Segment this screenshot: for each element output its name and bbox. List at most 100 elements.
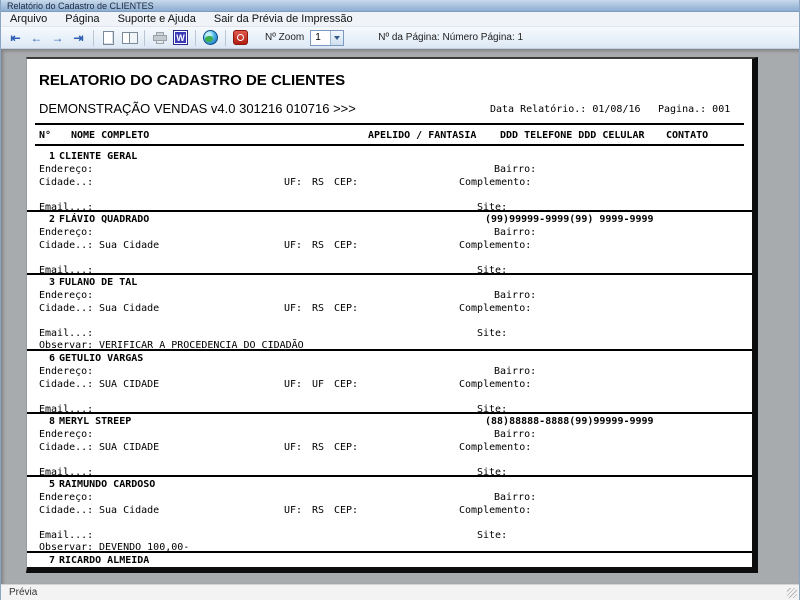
menu-arquivo[interactable]: Arquivo: [1, 12, 56, 27]
record-number: 3: [48, 277, 55, 288]
report-date: Data Relatório.: 01/08/16: [490, 104, 641, 115]
label-cidade: Cidade..:: [39, 379, 94, 390]
label-uf: UF:: [284, 442, 303, 453]
report-page-number: Pagina.: 001: [658, 104, 731, 115]
label-uf: UF:: [284, 177, 303, 188]
label-endereco: Endereço:: [39, 366, 94, 377]
last-page-button[interactable]: ⇥: [68, 29, 89, 47]
record-observar: VERIFICAR A PROCEDENCIA DO CIDADÃO: [99, 340, 304, 351]
client-record-row: 7 RICARDO ALMEIDA Endereço: Bairro: Cida…: [27, 553, 752, 567]
record-phone: (99)99999-9999(99) 9999-9999: [485, 214, 654, 225]
label-observar: Observar:: [39, 340, 94, 351]
label-bairro: Bairro:: [494, 366, 537, 377]
label-endereco: Endereço:: [39, 290, 94, 301]
record-cidade: Sua Cidade: [99, 303, 160, 314]
report-subtitle: DEMONSTRAÇÃO VENDAS v4.0 301216 010716 >…: [39, 101, 356, 116]
client-record-row: 5 RAIMUNDO CARDOSO Endereço: Bairro: Cid…: [27, 477, 752, 553]
label-uf: UF:: [284, 303, 303, 314]
toolbar-separator: [225, 29, 226, 46]
record-number: 1: [48, 151, 55, 162]
menu-suporte-e-ajuda[interactable]: Suporte e Ajuda: [109, 12, 205, 27]
two-page-view-button[interactable]: [119, 29, 140, 47]
record-uf: RS: [312, 505, 325, 516]
label-cep: CEP:: [334, 442, 359, 453]
label-complemento: Complemento:: [459, 240, 532, 251]
record-number: 5: [48, 479, 55, 490]
printer-icon: [152, 31, 167, 44]
column-apelido: APELIDO / FANTASIA: [368, 130, 477, 141]
record-uf: UF: [312, 379, 325, 390]
exit-icon: [233, 30, 248, 45]
record-name: RAIMUNDO CARDOSO: [59, 479, 156, 490]
word-icon: W: [173, 30, 188, 45]
print-preview-area[interactable]: RELATORIO DO CADASTRO DE CLIENTES DEMONS…: [1, 49, 799, 584]
prev-page-icon: ←: [30, 30, 43, 45]
report-page: RELATORIO DO CADASTRO DE CLIENTES DEMONS…: [26, 57, 758, 573]
label-endereco: Endereço:: [39, 227, 94, 238]
record-number: 2: [48, 214, 55, 225]
export-word-button[interactable]: W: [170, 29, 191, 47]
label-cidade: Cidade..:: [39, 177, 94, 188]
record-name: FULANO DE TAL: [59, 277, 138, 288]
record-name: FLÁVIO QUADRADO: [59, 214, 150, 225]
client-record-row: 2 FLÁVIO QUADRADO (99)99999-9999(99) 999…: [27, 212, 752, 276]
zoom-select[interactable]: 1: [310, 29, 345, 46]
exit-preview-button[interactable]: [230, 29, 251, 47]
column-telefone: DDD TELEFONE DDD CELULAR: [500, 130, 645, 141]
label-complemento: Complemento:: [459, 303, 532, 314]
record-number: 6: [48, 353, 55, 364]
label-endereco: Endereço:: [39, 492, 94, 503]
record-phone: (88)88888-8888(99)99999-9999: [485, 416, 654, 427]
chevron-down-icon[interactable]: [330, 30, 344, 45]
record-number: 8: [48, 416, 55, 427]
window-title: Relatório do Cadastro de CLIENTES: [7, 0, 154, 11]
resize-grip-icon[interactable]: [787, 588, 797, 598]
next-page-button[interactable]: →: [47, 29, 68, 47]
export-html-button[interactable]: [200, 29, 221, 47]
header-rule: [35, 123, 744, 125]
label-cep: CEP:: [334, 303, 359, 314]
label-bairro: Bairro:: [494, 290, 537, 301]
print-button[interactable]: [149, 29, 170, 47]
label-cidade: Cidade..:: [39, 240, 94, 251]
label-complemento: Complemento:: [459, 505, 532, 516]
label-bairro: Bairro:: [494, 164, 537, 175]
record-name: RICARDO ALMEIDA: [59, 555, 150, 566]
record-cidade: Sua Cidade: [99, 505, 160, 516]
toolbar-separator: [195, 29, 196, 46]
client-record-row: 3 FULANO DE TAL Endereço: Bairro: Cidade…: [27, 275, 752, 351]
label-complemento: Complemento:: [459, 442, 532, 453]
record-cidade: SUA CIDADE: [99, 442, 160, 453]
record-cidade: Sua Cidade: [99, 240, 160, 251]
column-num: N°: [39, 130, 52, 141]
label-cidade: Cidade..:: [39, 442, 94, 453]
report-records: 1 CLIENTE GERAL Endereço: Bairro: Cidade…: [27, 149, 752, 567]
status-bar: Prévia: [1, 584, 799, 600]
menu-sair-da-previa[interactable]: Sair da Prévia de Impressão: [205, 12, 362, 27]
two-pages-icon: [121, 31, 138, 45]
title-bar[interactable]: Relatório do Cadastro de CLIENTES: [1, 0, 799, 12]
toolbar-separator: [144, 29, 145, 46]
label-uf: UF:: [284, 379, 303, 390]
label-email: Email...:: [39, 328, 94, 339]
label-bairro: Bairro:: [494, 429, 537, 440]
toolbar: ⇤ ← → ⇥ W Nº Zoom 1 Nº da Página: Número…: [1, 27, 799, 49]
label-observar: Observar:: [39, 542, 94, 553]
zoom-label: Nº Zoom: [265, 32, 305, 43]
prev-page-button[interactable]: ←: [26, 29, 47, 47]
label-uf: UF:: [284, 240, 303, 251]
record-cidade: SUA CIDADE: [99, 379, 160, 390]
label-email: Email...:: [39, 530, 94, 541]
record-uf: RS: [312, 442, 325, 453]
status-text: Prévia: [9, 587, 38, 598]
label-site: Site:: [477, 530, 508, 541]
record-observar: DEVENDO 100,00-: [99, 542, 190, 553]
toolbar-separator: [93, 29, 94, 46]
page-number-info: Nº da Página: Número Página: 1: [378, 32, 524, 43]
label-cep: CEP:: [334, 240, 359, 251]
single-page-view-button[interactable]: [98, 29, 119, 47]
client-record-row: 6 GETULIO VARGAS Endereço: Bairro: Cidad…: [27, 351, 752, 415]
menu-pagina[interactable]: Página: [56, 12, 108, 27]
first-page-button[interactable]: ⇤: [5, 29, 26, 47]
record-number: 7: [48, 555, 55, 566]
